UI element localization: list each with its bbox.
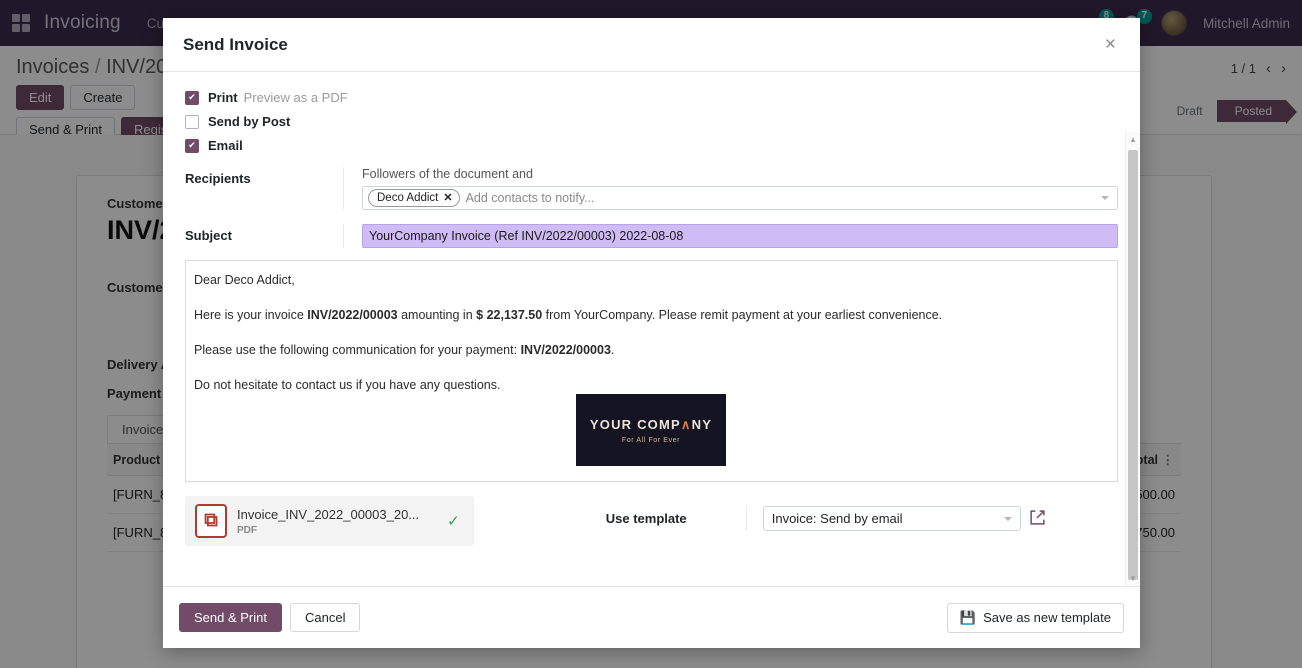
company-logo: YOUR COMP∧NY For All For Ever <box>576 394 726 466</box>
floppy-disk-icon: 💾 <box>959 609 977 625</box>
scroll-up-icon[interactable]: ▲ <box>1126 132 1140 147</box>
company-logo-tagline: For All For Ever <box>621 436 681 444</box>
check-icon: ✓ <box>447 513 460 530</box>
option-row-email: Email <box>185 138 1118 153</box>
dialog-cancel-button[interactable]: Cancel <box>290 603 361 632</box>
print-preview-link[interactable]: Preview as a PDF <box>244 90 348 105</box>
use-template-label: Use template <box>605 511 687 526</box>
recipients-row: Recipients Followers of the document and… <box>185 167 1118 210</box>
company-logo-text: YOUR COMP∧NY <box>590 417 712 433</box>
email-invoice-ref: INV/2022/00003 <box>307 308 398 322</box>
email-text-a: Here is your invoice <box>194 308 308 322</box>
email-comm-period: . <box>610 343 615 357</box>
scrollbar-thumb[interactable] <box>1128 150 1138 580</box>
close-icon[interactable]: × <box>1101 33 1120 56</box>
logo-text-left: YOUR COMP <box>589 416 681 432</box>
email-paragraph-communication: Please use the following communication f… <box>194 343 1109 358</box>
send-invoice-dialog: Send Invoice × Print Preview as a PDF Se… <box>163 18 1140 648</box>
use-template-row: Use template Invoice: Send by email <box>606 496 1046 531</box>
dialog-title: Send Invoice <box>183 34 288 54</box>
email-comm-text: Please use the following communication f… <box>194 343 521 357</box>
subject-control <box>343 224 1118 248</box>
template-select[interactable]: Invoice: Send by email <box>762 506 1021 531</box>
recipients-placeholder: Add contacts to notify... <box>465 191 595 205</box>
option-row-send-by-post: Send by Post <box>185 114 1118 129</box>
print-label: Print <box>208 90 238 105</box>
subject-label: Subject <box>185 228 232 243</box>
attachment-name: Invoice_INV_2022_00003_20... <box>237 506 420 522</box>
send-by-post-checkbox[interactable] <box>185 114 199 129</box>
attachments-and-template-row: ⧉ Invoice_INV_2022_00003_20... PDF ✓ Use… <box>185 496 1118 546</box>
pdf-file-icon: ⧉ <box>195 504 227 538</box>
attachment-type: PDF <box>237 524 257 536</box>
recipients-control: Followers of the document and Deco Addic… <box>343 167 1118 210</box>
send-by-post-label: Send by Post <box>208 114 291 129</box>
email-paragraph-invoice: Here is your invoice INV/2022/00003 amou… <box>194 308 1109 323</box>
email-greeting: Dear Deco Addict, <box>194 273 295 287</box>
recipients-input[interactable]: Deco Addict ✕ Add contacts to notify... <box>362 186 1118 210</box>
template-select-value: Invoice: Send by email <box>771 511 903 526</box>
subject-input[interactable] <box>362 224 1118 248</box>
followers-note: Followers of the document and <box>362 167 533 181</box>
save-as-new-template-button[interactable]: 💾 Save as new template <box>946 602 1124 633</box>
subject-row: Subject <box>185 224 1118 248</box>
recipient-tag-label: Deco Addict <box>377 192 439 204</box>
save-as-new-template-label: Save as new template <box>983 610 1111 625</box>
recipients-label: Recipients <box>185 171 251 186</box>
dialog-footer: Send & Print Cancel 💾 Save as new templa… <box>163 586 1140 648</box>
email-checkbox[interactable] <box>185 138 199 153</box>
remove-tag-icon[interactable]: ✕ <box>443 191 452 205</box>
use-template-control: Invoice: Send by email <box>745 506 1046 531</box>
logo-text-right: NY <box>691 416 713 432</box>
email-invoice-amount: $ 22,137.50 <box>476 308 543 322</box>
attachment-info: Invoice_INV_2022_00003_20... PDF <box>237 507 419 536</box>
chevron-down-icon[interactable] <box>1003 516 1012 521</box>
dialog-body: Print Preview as a PDF Send by Post Emai… <box>163 72 1140 586</box>
email-body-editor[interactable]: Dear Deco Addict, Here is your invoice I… <box>185 260 1118 482</box>
external-link-icon[interactable] <box>1029 509 1046 529</box>
email-comm-ref: INV/2022/00003 <box>520 343 611 357</box>
email-paragraph-questions: Do not hesitate to contact us if you hav… <box>194 378 501 392</box>
scroll-down-icon[interactable]: ▼ <box>1126 571 1140 586</box>
email-text-b: amounting in <box>397 308 477 322</box>
recipient-tag[interactable]: Deco Addict ✕ <box>368 189 460 207</box>
option-row-print: Print Preview as a PDF <box>185 90 1118 105</box>
chevron-down-icon[interactable] <box>1101 196 1109 200</box>
dialog-send-and-print-button[interactable]: Send & Print <box>179 603 282 632</box>
logo-text-accent: ∧ <box>680 416 692 432</box>
print-checkbox[interactable] <box>185 90 199 105</box>
email-text-c: from YourCompany. Please remit payment a… <box>542 308 943 322</box>
dialog-scrollbar[interactable]: ▲ ▼ <box>1125 132 1140 586</box>
attachment-card[interactable]: ⧉ Invoice_INV_2022_00003_20... PDF ✓ <box>185 496 474 546</box>
dialog-header: Send Invoice × <box>163 18 1140 72</box>
email-label: Email <box>208 138 243 153</box>
